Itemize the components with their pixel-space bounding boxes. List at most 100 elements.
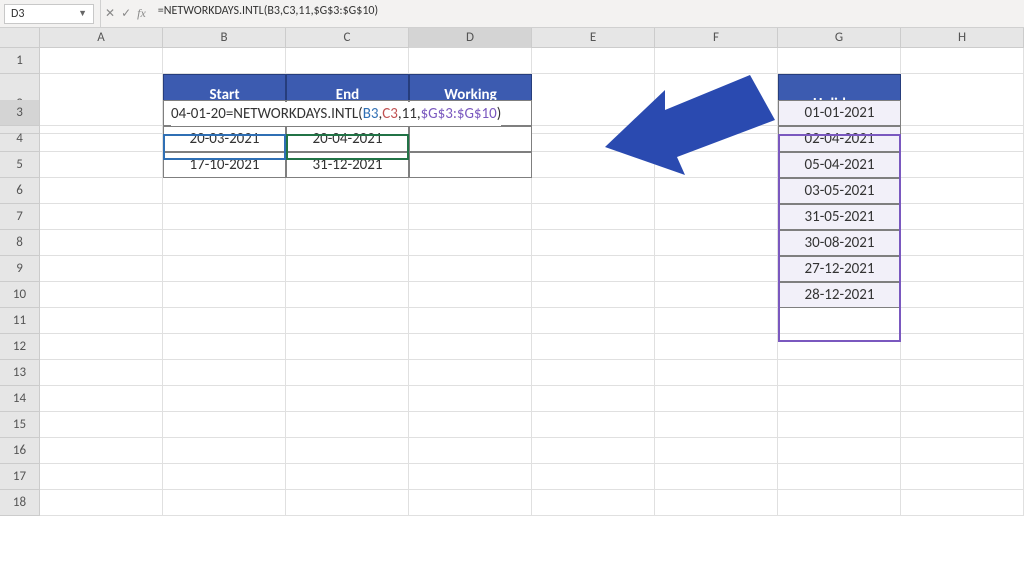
cell[interactable] — [901, 490, 1024, 516]
cell[interactable] — [655, 204, 778, 230]
cell[interactable] — [409, 282, 532, 308]
chevron-down-icon[interactable]: ▼ — [78, 8, 87, 19]
cell[interactable] — [901, 256, 1024, 282]
cell[interactable] — [901, 100, 1024, 126]
row-headers[interactable]: 123456789101112131415161718 — [0, 48, 40, 516]
cell[interactable] — [40, 178, 163, 204]
cell[interactable] — [532, 282, 655, 308]
cell[interactable] — [40, 256, 163, 282]
cells-area[interactable]: StartDate EndDate WorkingDays Holidays 0… — [40, 48, 1024, 516]
row-header-11[interactable]: 11 — [0, 308, 40, 334]
cell[interactable] — [655, 334, 778, 360]
cell[interactable] — [901, 204, 1024, 230]
cell[interactable] — [778, 308, 901, 334]
cell[interactable] — [286, 438, 409, 464]
row-header-14[interactable]: 14 — [0, 386, 40, 412]
cell[interactable] — [286, 230, 409, 256]
cell[interactable] — [778, 490, 901, 516]
row-header-1[interactable]: 1 — [0, 48, 40, 74]
cell[interactable] — [40, 412, 163, 438]
cell[interactable] — [655, 308, 778, 334]
cell[interactable] — [655, 464, 778, 490]
cell[interactable] — [532, 412, 655, 438]
cell[interactable] — [163, 490, 286, 516]
cell[interactable] — [40, 360, 163, 386]
col-header-a[interactable]: A — [40, 28, 163, 48]
cell[interactable] — [901, 308, 1024, 334]
cell[interactable] — [901, 230, 1024, 256]
column-headers[interactable]: ABCDEFGH — [0, 28, 1024, 48]
cell[interactable] — [655, 412, 778, 438]
cell[interactable] — [40, 334, 163, 360]
cell[interactable] — [532, 230, 655, 256]
cell[interactable] — [901, 282, 1024, 308]
row-header-12[interactable]: 12 — [0, 334, 40, 360]
cell[interactable] — [655, 48, 778, 74]
cell[interactable] — [286, 178, 409, 204]
cell[interactable] — [163, 334, 286, 360]
cell[interactable] — [40, 438, 163, 464]
row-header-9[interactable]: 9 — [0, 256, 40, 282]
cell[interactable] — [532, 256, 655, 282]
cell[interactable] — [40, 464, 163, 490]
cell[interactable] — [778, 386, 901, 412]
cell[interactable] — [901, 438, 1024, 464]
cell[interactable] — [901, 412, 1024, 438]
cell-c5[interactable]: 31-12-2021 — [286, 152, 409, 178]
cell[interactable] — [532, 308, 655, 334]
cell-d5[interactable] — [409, 152, 532, 178]
cell-c4[interactable]: 20-04-2021 — [286, 126, 409, 152]
cell[interactable] — [286, 464, 409, 490]
cell[interactable] — [901, 178, 1024, 204]
cell[interactable] — [286, 360, 409, 386]
cell[interactable] — [163, 48, 286, 74]
cell[interactable] — [532, 386, 655, 412]
cell[interactable] — [40, 204, 163, 230]
col-header-d[interactable]: D — [409, 28, 532, 48]
cell[interactable] — [778, 360, 901, 386]
col-header-b[interactable]: B — [163, 28, 286, 48]
cell[interactable] — [286, 308, 409, 334]
cell[interactable] — [778, 464, 901, 490]
cell[interactable] — [409, 204, 532, 230]
cell[interactable] — [655, 256, 778, 282]
cell[interactable] — [532, 438, 655, 464]
cell[interactable] — [409, 386, 532, 412]
cell[interactable] — [655, 386, 778, 412]
cell[interactable] — [286, 386, 409, 412]
cell[interactable] — [40, 386, 163, 412]
cell[interactable] — [409, 412, 532, 438]
cell[interactable] — [40, 308, 163, 334]
cell[interactable] — [40, 230, 163, 256]
cell[interactable] — [163, 178, 286, 204]
cell[interactable] — [655, 490, 778, 516]
cell[interactable] — [409, 334, 532, 360]
cell-b3[interactable]: 04-01-20=NETWORKDAYS.INTL(B3,C3,11,$G$3:… — [163, 100, 286, 126]
cell-b4[interactable]: 20-03-2021 — [163, 126, 286, 152]
row-header-13[interactable]: 13 — [0, 360, 40, 386]
cell[interactable] — [163, 230, 286, 256]
cell[interactable] — [901, 386, 1024, 412]
name-box[interactable]: D3 ▼ — [4, 4, 94, 24]
cell[interactable] — [901, 48, 1024, 74]
cell[interactable] — [409, 490, 532, 516]
cell[interactable] — [655, 438, 778, 464]
cell-g10[interactable]: 28-12-2021 — [778, 282, 901, 308]
cell[interactable] — [286, 48, 409, 74]
cell[interactable] — [163, 308, 286, 334]
cell[interactable] — [532, 490, 655, 516]
cell[interactable] — [655, 360, 778, 386]
cell[interactable] — [163, 464, 286, 490]
inline-formula-edit[interactable]: 04-01-20=NETWORKDAYS.INTL(B3,C3,11,$G$3:… — [171, 102, 501, 126]
cell[interactable] — [163, 256, 286, 282]
row-header-6[interactable]: 6 — [0, 178, 40, 204]
row-header-5[interactable]: 5 — [0, 152, 40, 178]
cell[interactable] — [286, 256, 409, 282]
cell[interactable] — [409, 178, 532, 204]
cell[interactable] — [286, 334, 409, 360]
cell-g4[interactable]: 02-04-2021 — [778, 126, 901, 152]
row-header-10[interactable]: 10 — [0, 282, 40, 308]
cell[interactable] — [286, 412, 409, 438]
col-header-c[interactable]: C — [286, 28, 409, 48]
cell[interactable] — [409, 48, 532, 74]
